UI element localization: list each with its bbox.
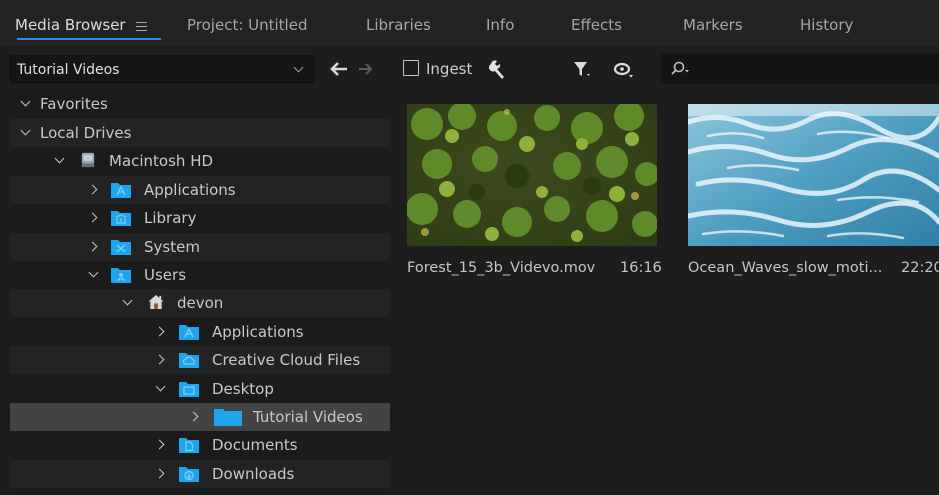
tree-item-favorites[interactable]: Favorites <box>10 90 390 118</box>
tree-item-label: Library <box>144 209 197 227</box>
tree-item-documents[interactable]: Documents <box>10 431 390 459</box>
users-folder-icon <box>111 268 131 283</box>
chevron-down-icon[interactable] <box>54 147 68 175</box>
path-dropdown[interactable]: Tutorial Videos <box>10 55 314 83</box>
chevron-down-icon[interactable] <box>20 119 34 147</box>
panel-menu-icon[interactable] <box>135 22 147 31</box>
tab-libraries[interactable]: Libraries <box>366 0 431 46</box>
chevron-down-icon[interactable] <box>122 289 136 317</box>
tree-item-label: Desktop <box>212 380 274 398</box>
library-folder-icon <box>111 211 131 226</box>
tree-item-system[interactable]: System <box>10 233 390 261</box>
forward-arrow-icon[interactable] <box>358 61 374 77</box>
tree-item-label: Local Drives <box>40 124 132 142</box>
downloads-folder-icon <box>179 467 199 482</box>
chevron-right-icon[interactable] <box>155 460 169 488</box>
tree-item-label: Users <box>144 266 187 284</box>
tab-markers[interactable]: Markers <box>683 0 743 46</box>
clip-name[interactable]: Ocean_Waves_slow_moti... <box>688 260 882 276</box>
tree-item-label: Creative Cloud Files <box>212 351 361 369</box>
chevron-right-icon[interactable] <box>88 233 102 261</box>
applications-folder-icon <box>111 183 131 198</box>
chevron-right-icon[interactable] <box>189 403 203 431</box>
tree-item-applications[interactable]: Applications <box>10 318 390 346</box>
tab-info[interactable]: Info <box>486 0 514 46</box>
panel-tab-bar: Media Browser Project: Untitled Librarie… <box>0 0 939 46</box>
applications-folder-icon <box>179 325 199 340</box>
ingest-checkbox[interactable] <box>403 60 419 76</box>
chevron-right-icon[interactable] <box>88 204 102 232</box>
tree-item-users[interactable]: Users <box>10 261 390 289</box>
search-input[interactable] <box>661 54 939 84</box>
tree-item-label: Applications <box>144 181 236 199</box>
tree-item-label: Favorites <box>40 95 108 113</box>
chevron-down-icon[interactable] <box>88 261 102 289</box>
tree-item-tutorial-videos[interactable]: Tutorial Videos <box>10 403 390 431</box>
folder-icon <box>214 409 242 426</box>
chevron-right-icon[interactable] <box>155 346 169 374</box>
tree-item-label: System <box>144 238 200 256</box>
tab-effects[interactable]: Effects <box>571 0 622 46</box>
system-folder-icon <box>111 240 131 255</box>
path-dropdown-value: Tutorial Videos <box>17 62 120 78</box>
chevron-right-icon[interactable] <box>88 176 102 204</box>
documents-folder-icon <box>179 438 199 453</box>
ocean-thumbnail-image <box>688 104 939 246</box>
back-arrow-icon[interactable] <box>330 61 348 77</box>
clip-thumbnail-forest[interactable] <box>407 104 657 246</box>
ingest-label[interactable]: Ingest <box>426 52 472 86</box>
chevron-right-icon[interactable] <box>155 488 169 495</box>
tree-item-label: Tutorial Videos <box>253 408 363 426</box>
tree-item-library[interactable]: Library <box>10 204 390 232</box>
home-icon <box>148 294 164 310</box>
tree-item-downloads[interactable]: Downloads <box>10 460 390 488</box>
tab-label: Media Browser <box>15 16 126 34</box>
tree-item-desktop[interactable]: Desktop <box>10 375 390 403</box>
view-options-icon[interactable] <box>612 59 636 79</box>
filter-icon[interactable] <box>572 59 592 79</box>
folder-tree: Favorites Local Drives Macintosh HD Appl… <box>10 90 390 495</box>
clip-duration: 22:20 <box>901 260 939 276</box>
chevron-down-icon <box>293 62 304 73</box>
search-icon <box>671 61 689 75</box>
media-browser-toolbar: Tutorial Videos Ingest <box>0 52 939 86</box>
clip-thumbnail-ocean[interactable] <box>688 104 939 246</box>
tab-history[interactable]: History <box>800 0 853 46</box>
tree-item-applications[interactable]: Applications <box>10 176 390 204</box>
tree-item-label: Documents <box>212 436 298 454</box>
tab-media-browser[interactable]: Media Browser <box>15 0 161 46</box>
chevron-down-icon[interactable] <box>155 375 169 403</box>
clip-name[interactable]: Forest_15_3b_Videvo.mov <box>407 260 595 276</box>
tree-item-local-drives[interactable]: Local Drives <box>10 119 390 147</box>
tree-item-creative-cloud-files[interactable]: Creative Cloud Files <box>10 346 390 374</box>
tree-item-macintosh-hd[interactable]: Macintosh HD <box>10 147 390 175</box>
tree-item-label: devon <box>177 294 224 312</box>
tree-item-devon[interactable]: devon <box>10 289 390 317</box>
desktop-folder-icon <box>179 382 199 397</box>
clip-duration: 16:16 <box>620 260 662 276</box>
creative-cloud-folder-icon <box>179 353 199 368</box>
tree-item-label: Downloads <box>212 465 295 483</box>
tree-item-partial[interactable] <box>10 488 390 495</box>
chevron-down-icon[interactable] <box>20 90 34 118</box>
tree-item-label: Applications <box>212 323 304 341</box>
tab-project[interactable]: Project: Untitled <box>187 0 307 46</box>
chevron-right-icon[interactable] <box>155 431 169 459</box>
wrench-icon[interactable] <box>487 58 509 80</box>
hard-drive-icon <box>81 152 95 168</box>
chevron-right-icon[interactable] <box>155 318 169 346</box>
forest-thumbnail-image <box>407 104 657 246</box>
media-thumbnail-grid: Forest_15_3b_Videvo.mov 16:16 Ocean_Wave… <box>395 90 939 495</box>
tree-item-label: Macintosh HD <box>109 152 214 170</box>
